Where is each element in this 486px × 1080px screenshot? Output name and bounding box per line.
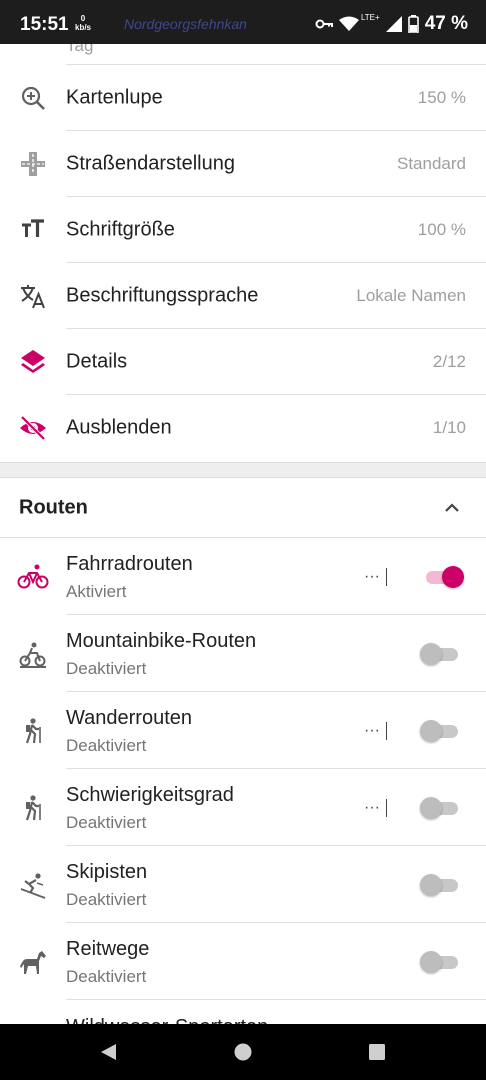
setting-value: 150 % [417, 88, 466, 107]
setting-row-beschriftungssprache[interactable]: Beschriftungssprache Lokale Namen [0, 263, 486, 329]
route-toggle[interactable] [420, 796, 462, 819]
setting-label: Details [66, 350, 128, 373]
battery-percent: 47 % [424, 13, 468, 34]
road-icon [18, 149, 48, 179]
section-header-routen[interactable]: Routen [0, 479, 486, 537]
route-status: Deaktiviert [66, 967, 147, 986]
setting-value: 2/12 [432, 352, 466, 371]
route-label: Mountainbike-Routen [66, 630, 257, 652]
route-status: Deaktiviert [66, 736, 147, 755]
route-toggle[interactable] [422, 565, 464, 588]
text-size-icon [18, 215, 48, 245]
mountainbike-icon [17, 638, 49, 670]
partial-row-value: Tag [66, 44, 94, 55]
status-icons: LTE+ 47 % [315, 13, 468, 35]
skier-icon [17, 869, 49, 901]
route-row-wanderrouten[interactable]: Wanderrouten Deaktiviert ··· [0, 692, 486, 769]
setting-label: Ausblenden [66, 416, 172, 439]
translate-icon [18, 281, 48, 311]
back-icon[interactable] [99, 1042, 119, 1062]
setting-label: Schriftgröße [66, 218, 175, 241]
battery-icon [407, 15, 419, 33]
horse-icon [17, 946, 49, 978]
route-row-reitwege[interactable]: Reitwege Deaktiviert [0, 923, 486, 1000]
route-label: Schwierigkeitsgrad [66, 784, 234, 806]
route-label: Reitwege [66, 938, 150, 960]
route-status: Deaktiviert [66, 659, 147, 678]
hiker-icon [17, 792, 49, 824]
setting-value: 100 % [417, 220, 466, 239]
route-row-fahrradrouten[interactable]: Fahrradrouten Aktiviert ··· [0, 538, 486, 615]
separator [385, 721, 388, 740]
route-label: Skipisten [66, 861, 148, 883]
setting-row-details[interactable]: Details 2/12 [0, 329, 486, 395]
more-options-button[interactable]: ··· [364, 567, 388, 586]
network-type: LTE+ [360, 12, 380, 22]
setting-value: Standard [397, 154, 466, 173]
route-label: Fahrradrouten [66, 553, 193, 575]
layers-icon [18, 347, 48, 377]
toggle-thumb [420, 642, 442, 665]
more-options-button[interactable]: ··· [364, 798, 388, 817]
signal-icon [385, 16, 402, 32]
map-background-label: Nordgeorgsfehnkan [124, 16, 247, 32]
setting-value: 1/10 [432, 418, 466, 437]
route-toggle[interactable] [420, 642, 462, 665]
route-toggle[interactable] [420, 950, 462, 973]
home-icon[interactable] [233, 1042, 253, 1062]
partial-row-label: Wildwasser-Sportarten [66, 1016, 268, 1024]
settings-list[interactable]: Tag Kartenlupe 150 % Straßendarstellung … [0, 44, 486, 1024]
setting-row-schriftgroesse[interactable]: Schriftgröße 100 % [0, 197, 486, 263]
status-bar: Nordgeorgsfehnkan 15:51 0 kb/s LTE+ 47 % [0, 0, 486, 44]
setting-row-kartenlupe[interactable]: Kartenlupe 150 % [0, 65, 486, 131]
toggle-thumb [420, 950, 442, 973]
separator [385, 798, 388, 817]
chevron-up-icon[interactable] [442, 498, 462, 518]
more-dots-icon: ··· [364, 798, 380, 816]
route-status: Aktiviert [66, 582, 127, 601]
route-toggle[interactable] [420, 873, 462, 896]
setting-label: Kartenlupe [66, 86, 163, 109]
wifi-icon [338, 16, 359, 31]
route-row-mountainbike[interactable]: Mountainbike-Routen Deaktiviert [0, 615, 486, 692]
toggle-thumb [420, 719, 442, 742]
magnifier-plus-icon [18, 83, 48, 113]
setting-row-ausblenden[interactable]: Ausblenden 1/10 [0, 395, 486, 461]
divider [66, 999, 486, 1000]
route-label: Wanderrouten [66, 707, 192, 729]
toggle-thumb [420, 796, 442, 819]
setting-label: Beschriftungssprache [66, 284, 259, 307]
route-status: Deaktiviert [66, 813, 147, 832]
separator [385, 567, 388, 586]
section-title: Routen [19, 496, 88, 519]
toggle-thumb [420, 873, 442, 896]
section-separator [0, 462, 486, 478]
setting-value: Lokale Namen [356, 286, 466, 305]
route-toggle[interactable] [420, 719, 462, 742]
toggle-thumb [442, 565, 464, 588]
bicycle-icon [17, 561, 49, 593]
system-nav-bar [0, 1024, 486, 1080]
more-dots-icon: ··· [364, 721, 380, 739]
setting-label: Straßendarstellung [66, 152, 235, 175]
route-status: Deaktiviert [66, 890, 147, 909]
route-row-schwierigkeitsgrad[interactable]: Schwierigkeitsgrad Deaktiviert ··· [0, 769, 486, 846]
eye-off-icon [18, 413, 48, 443]
status-time: 15:51 [20, 14, 69, 35]
hiker-icon [17, 715, 49, 747]
more-dots-icon: ··· [364, 567, 380, 585]
route-row-skipisten[interactable]: Skipisten Deaktiviert [0, 846, 486, 923]
recents-icon[interactable] [367, 1042, 387, 1062]
setting-row-strassendarstellung[interactable]: Straßendarstellung Standard [0, 131, 486, 197]
vpn-key-icon [315, 19, 333, 29]
network-speed: 0 kb/s [75, 14, 92, 32]
more-options-button[interactable]: ··· [364, 721, 388, 740]
